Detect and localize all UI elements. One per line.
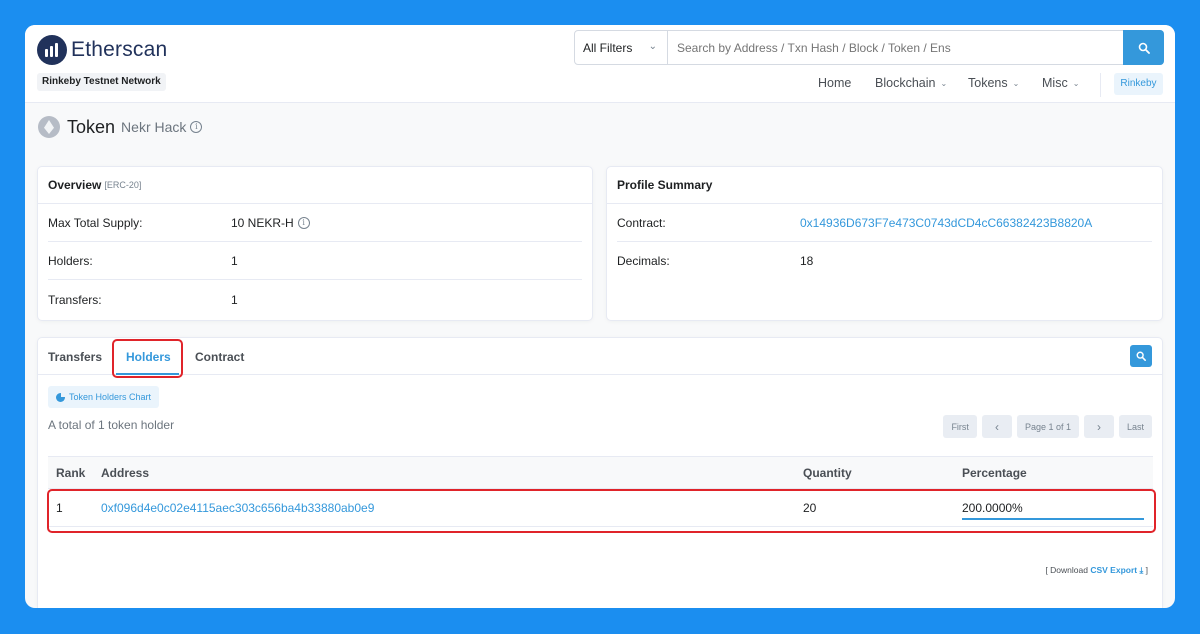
pie-chart-icon — [56, 392, 65, 402]
main-nav: Home Blockchain ⌄ Tokens ⌄ Misc ⌄ Rinkeb… — [25, 73, 1175, 97]
overview-row-supply: Max Total Supply: 10 NEKR-H i — [48, 204, 582, 242]
search-bar: All Filters ⌄ — [574, 30, 1164, 65]
profile-row-decimals: Decimals: 18 — [617, 242, 1152, 280]
overview-heading: Overview [ERC-20] — [38, 167, 592, 204]
holder-count-text: A total of 1 token holder — [48, 418, 175, 432]
profile-summary-heading: Profile Summary — [607, 167, 1162, 204]
network-switch-button[interactable]: Rinkeby — [1114, 73, 1163, 95]
pagination-first[interactable]: First — [943, 415, 977, 438]
token-standard-tag: [ERC-20] — [104, 180, 142, 190]
token-tabs-card: Transfers Holders Contract Token Holders… — [37, 337, 1163, 608]
token-name: Nekr Hack — [121, 119, 187, 135]
download-suffix: ] — [1145, 565, 1148, 575]
chevron-down-icon: ⌄ — [1012, 78, 1020, 88]
holders-value: 1 — [231, 253, 238, 268]
tab-search-button[interactable] — [1130, 345, 1152, 367]
column-address: Address — [101, 465, 150, 480]
overview-heading-label: Overview — [48, 178, 102, 192]
nav-misc-label: Misc — [1042, 76, 1068, 90]
download-csv: [ Download CSV Export ⤓ ] — [1045, 565, 1148, 576]
pagination-last[interactable]: Last — [1118, 415, 1152, 438]
download-prefix: [ Download — [1045, 565, 1088, 575]
contract-address-link[interactable]: 0x14936D673F7e473C0743dCD4cC66382423B882… — [800, 216, 1092, 230]
logo-text: Etherscan — [71, 38, 168, 61]
supply-value-wrap: 10 NEKR-H i — [231, 216, 310, 230]
etherscan-logo-icon — [37, 35, 67, 65]
column-quantity: Quantity — [803, 465, 852, 480]
decimals-label: Decimals: — [617, 254, 670, 268]
chevron-down-icon: ⌄ — [1072, 78, 1080, 88]
overview-row-holders: Holders: 1 — [48, 242, 582, 280]
profile-row-contract: Contract: 0x14936D673F7e473C0743dCD4cC66… — [617, 204, 1152, 242]
tab-contract[interactable]: Contract — [195, 338, 244, 375]
profile-summary-card: Profile Summary Contract: 0x14936D673F7e… — [606, 166, 1163, 321]
column-percentage: Percentage — [962, 465, 1027, 480]
pagination: First ‹ Page 1 of 1 › Last — [943, 415, 1152, 438]
overview-card: Overview [ERC-20] Max Total Supply: 10 N… — [37, 166, 593, 321]
pagination-page-indicator: Page 1 of 1 — [1016, 415, 1079, 438]
pagination-prev-icon[interactable]: ‹ — [981, 415, 1012, 438]
column-rank: Rank — [56, 465, 86, 480]
pagination-next-icon[interactable]: › — [1083, 415, 1114, 438]
holders-table: Rank Address Quantity Percentage 1 0xf09… — [47, 456, 1156, 533]
info-icon[interactable]: i — [297, 216, 310, 229]
nav-blockchain[interactable]: Blockchain ⌄ — [875, 76, 947, 90]
nav-home[interactable]: Home — [818, 76, 851, 90]
profile-summary-heading-label: Profile Summary — [617, 178, 713, 192]
browser-frame: Etherscan Rinkeby Testnet Network All Fi… — [25, 25, 1175, 608]
holders-table-header: Rank Address Quantity Percentage — [48, 456, 1153, 489]
supply-label: Max Total Supply: — [48, 215, 143, 230]
search-button[interactable] — [1123, 30, 1164, 65]
page-title-main: Token — [67, 116, 116, 137]
supply-value: 10 NEKR-H — [231, 215, 294, 230]
etherscan-logo[interactable]: Etherscan — [37, 35, 167, 65]
nav-tokens-label: Tokens — [968, 76, 1008, 90]
holder-row-highlight — [47, 489, 1156, 533]
nav-divider — [1100, 73, 1101, 97]
search-filter-value: All Filters — [583, 40, 633, 55]
search-input[interactable] — [668, 31, 1123, 64]
holders-tab-highlight — [112, 339, 183, 378]
holders-label: Holders: — [48, 253, 93, 268]
overview-row-transfers: Transfers: 1 — [48, 281, 582, 319]
site-header: Etherscan Rinkeby Testnet Network All Fi… — [25, 25, 1175, 103]
token-holders-chart-label: Token Holders Chart — [69, 392, 152, 402]
decimals-value: 18 — [800, 254, 814, 268]
contract-label: Contract: — [617, 215, 666, 230]
transfers-label: Transfers: — [48, 293, 102, 307]
token-holders-chart-button[interactable]: Token Holders Chart — [48, 386, 160, 408]
info-icon[interactable]: i — [190, 121, 203, 133]
nav-home-label: Home — [818, 76, 852, 90]
search-filter-select[interactable]: All Filters ⌄ — [575, 31, 668, 64]
chevron-down-icon: ⌄ — [940, 78, 948, 88]
search-icon — [1136, 351, 1146, 361]
search-icon — [1138, 42, 1150, 54]
csv-export-link[interactable]: CSV Export — [1090, 565, 1137, 575]
ethereum-token-icon — [38, 116, 60, 138]
chevron-down-icon: ⌄ — [648, 41, 657, 52]
page-title: Token Nekr Hack i — [38, 115, 203, 139]
nav-misc[interactable]: Misc ⌄ — [1042, 76, 1079, 90]
tab-transfers[interactable]: Transfers — [48, 338, 102, 375]
tab-bar: Transfers Holders Contract — [38, 338, 1162, 378]
download-icon[interactable]: ⤓ — [1139, 565, 1143, 575]
nav-blockchain-label: Blockchain — [875, 76, 936, 90]
nav-tokens[interactable]: Tokens ⌄ — [968, 76, 1019, 90]
transfers-value: 1 — [231, 293, 238, 307]
